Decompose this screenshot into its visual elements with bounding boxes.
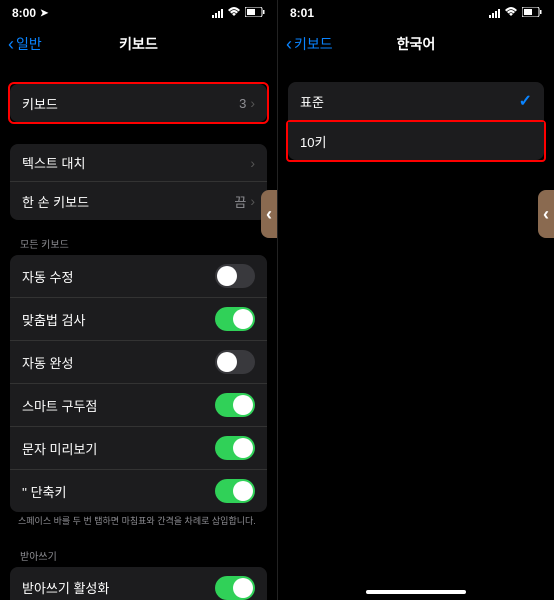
smart-punctuation-row[interactable]: 스마트 구두점 [10, 384, 267, 427]
one-handed-keyboard-row[interactable]: 한 손 키보드 끔 › [10, 182, 267, 220]
cellular-icon [212, 9, 223, 18]
wifi-icon [504, 6, 518, 20]
chevron-right-icon: › [250, 193, 255, 209]
toggle[interactable] [215, 479, 255, 503]
toggle[interactable] [215, 576, 255, 600]
tenkey-layout-row[interactable]: 10키 [288, 122, 544, 160]
phone-left: 8:00 ➤ ‹ 일반 키보드 키보드 [0, 0, 277, 600]
status-bar: 8:01 [278, 0, 554, 26]
wifi-icon [227, 6, 241, 20]
auto-correct-row[interactable]: 자동 수정 [10, 255, 267, 298]
toggle[interactable] [215, 307, 255, 331]
page-title: 키보드 [119, 34, 158, 54]
section-header-dictation: 받아쓰기 [0, 544, 277, 567]
keyboards-row[interactable]: 키보드 3 › [10, 84, 267, 122]
footnote-all-keyboards: 스페이스 바를 두 번 탭하면 마침표와 간격을 차례로 삽입합니다. [0, 512, 277, 532]
cellular-icon [489, 9, 500, 18]
spell-check-row[interactable]: 맞춤법 검사 [10, 298, 267, 341]
text-replacement-row[interactable]: 텍스트 대치 › [10, 144, 267, 182]
toggle[interactable] [215, 264, 255, 288]
chevron-left-icon: ‹ [8, 34, 14, 55]
battery-icon [245, 6, 265, 20]
highlight-10key: 10키 [286, 120, 546, 162]
standard-layout-row[interactable]: 표준 ✓ [288, 82, 544, 120]
phone-right: 8:01 ‹ 키보드 한국어 표준 ✓ [277, 0, 554, 600]
toggle[interactable] [215, 350, 255, 374]
nav-bar: ‹ 키보드 한국어 [278, 26, 554, 62]
shortcut-row[interactable]: '' 단축키 [10, 470, 267, 512]
location-icon: ➤ [40, 8, 48, 19]
dictation-enable-row[interactable]: 받아쓰기 활성화 [10, 567, 267, 600]
char-preview-row[interactable]: 문자 미리보기 [10, 427, 267, 470]
highlight-keyboards: 키보드 3 › [8, 82, 269, 124]
overlay-arrow-icon[interactable]: ‹ [538, 190, 554, 238]
status-bar: 8:00 ➤ [0, 0, 277, 26]
back-label: 일반 [16, 34, 42, 54]
overlay-arrow-icon[interactable]: ‹ [261, 190, 277, 238]
auto-complete-row[interactable]: 자동 완성 [10, 341, 267, 384]
chevron-right-icon: › [250, 95, 255, 111]
battery-icon [522, 6, 542, 20]
status-time: 8:01 [290, 6, 314, 20]
toggle[interactable] [215, 436, 255, 460]
chevron-left-icon: ‹ [286, 34, 292, 55]
row-value: 3 [239, 96, 246, 111]
back-button[interactable]: ‹ 일반 [8, 34, 42, 55]
page-title: 한국어 [397, 34, 436, 54]
back-button[interactable]: ‹ 키보드 [286, 34, 333, 55]
row-label: 키보드 [22, 94, 58, 113]
chevron-right-icon: › [250, 155, 255, 171]
layout-group-top: 표준 ✓ [288, 82, 544, 120]
toggle[interactable] [215, 393, 255, 417]
dictation-group: 받아쓰기 활성화 받아쓰기 언어 › [10, 567, 267, 600]
status-time: 8:00 [12, 6, 36, 20]
section-header-all-keyboards: 모든 키보드 [0, 232, 277, 255]
back-label: 키보드 [294, 34, 333, 54]
all-keyboards-group: 자동 수정 맞춤법 검사 자동 완성 스마트 구두점 문자 미리보기 [10, 255, 267, 512]
nav-bar: ‹ 일반 키보드 [0, 26, 277, 62]
home-indicator[interactable] [366, 590, 466, 594]
checkmark-icon: ✓ [519, 91, 532, 111]
text-group: 텍스트 대치 › 한 손 키보드 끔 › [10, 144, 267, 220]
